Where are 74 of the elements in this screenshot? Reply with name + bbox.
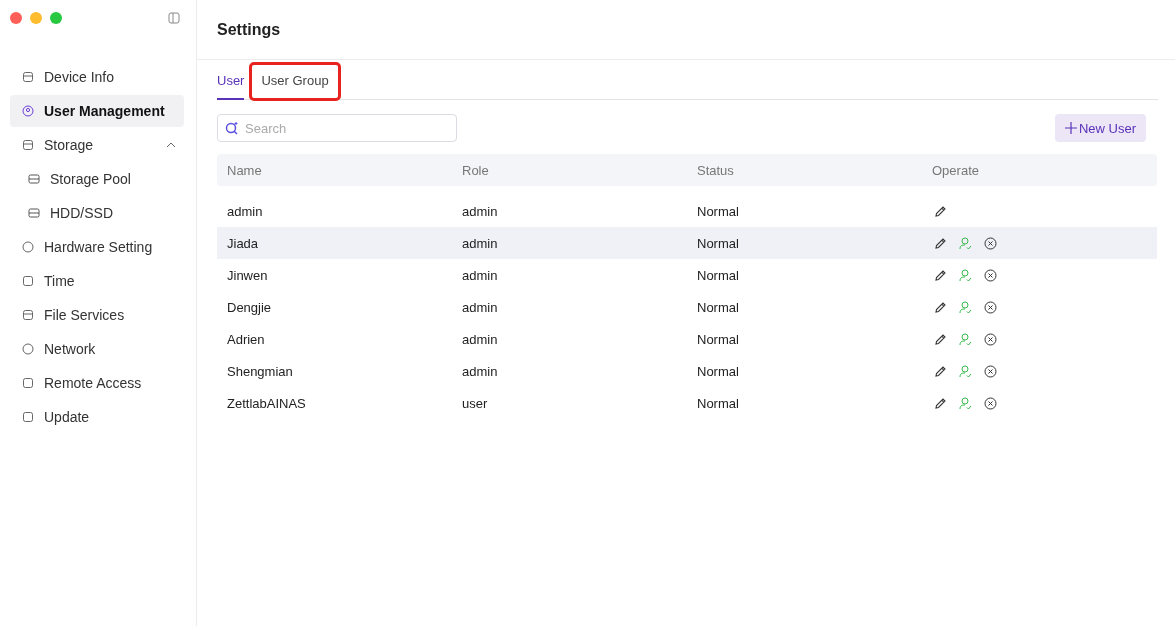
sidebar-item[interactable]: Update (10, 401, 184, 433)
sidebar-item[interactable]: Remote Access (10, 367, 184, 399)
search-icon (225, 121, 239, 135)
close-button[interactable] (10, 12, 22, 24)
table-cell: admin (462, 267, 498, 283)
delete-icon[interactable] (984, 396, 997, 410)
delete-icon[interactable] (984, 332, 997, 346)
server-icon (28, 173, 40, 185)
table-row[interactable]: Shengmian admin Normal (217, 355, 1157, 387)
table-cell: Adrien (227, 331, 265, 347)
edit-icon[interactable] (934, 204, 947, 218)
sidebar-item[interactable]: User Management (10, 95, 184, 127)
table-row[interactable]: Jiada admin Normal (217, 227, 1157, 259)
table-cell: Dengjie (227, 299, 272, 315)
table-cell: admin (227, 203, 263, 219)
table-cell: Jinwen (227, 267, 268, 283)
table-cell: Shengmian (227, 363, 293, 379)
table-row[interactable]: Jinwen admin Normal (217, 259, 1157, 291)
table-cell: admin (462, 363, 498, 379)
edit-icon[interactable] (934, 396, 947, 410)
table-row[interactable]: admin admin Normal (217, 195, 1157, 227)
sidebar-item[interactable]: Time (10, 265, 184, 297)
sidebar-item[interactable]: Storage Pool (10, 163, 184, 195)
column-header: Name (226, 162, 263, 178)
table-cell: Jiada (227, 235, 259, 251)
table-cell: Normal (697, 235, 739, 251)
sidebar-toggle-icon[interactable] (168, 12, 180, 24)
table-cell: admin (462, 299, 498, 315)
sidebar-item[interactable]: Hardware Setting (10, 231, 184, 263)
table-row[interactable]: Adrien admin Normal (217, 323, 1157, 355)
drive-icon (22, 71, 34, 83)
user-check-icon[interactable] (959, 236, 972, 250)
tab[interactable]: User (217, 73, 245, 100)
delete-icon[interactable] (984, 268, 997, 282)
table-cell: admin (462, 331, 498, 347)
new-user-button[interactable]: New User (1054, 114, 1146, 142)
table-cell: Normal (697, 331, 739, 347)
user-check-icon[interactable] (959, 396, 972, 410)
table-cell: ZettlabAINAS (227, 395, 306, 411)
sidebar-item[interactable]: Network (10, 333, 184, 365)
table-cell: Normal (697, 267, 739, 283)
sidebar-item[interactable]: Storage (10, 129, 184, 161)
table-cell: admin (462, 203, 498, 219)
table-cell: Normal (697, 299, 739, 315)
edit-icon[interactable] (934, 236, 947, 250)
edit-icon[interactable] (934, 268, 947, 282)
chevron-icon[interactable] (166, 142, 176, 148)
edit-icon[interactable] (934, 332, 947, 346)
table-cell: Normal (697, 363, 739, 379)
table-cell: admin (462, 235, 498, 251)
user-check-icon[interactable] (959, 332, 972, 346)
table-row[interactable]: Dengjie admin Normal (217, 291, 1157, 323)
tab[interactable]: User Group (252, 65, 338, 98)
search-field[interactable]: Search (217, 114, 457, 142)
plus-icon (1064, 122, 1077, 134)
user-check-icon[interactable] (959, 364, 972, 378)
delete-icon[interactable] (984, 300, 997, 314)
delete-icon[interactable] (984, 364, 997, 378)
page-title: Settings (217, 20, 281, 39)
sidebar-item[interactable]: HDD/SSD (10, 197, 184, 229)
edit-icon[interactable] (934, 300, 947, 314)
edit-icon[interactable] (934, 364, 947, 378)
column-header: Role (461, 162, 490, 178)
sidebar-item[interactable]: Device Info (10, 61, 184, 93)
user-check-icon[interactable] (959, 268, 972, 282)
table-cell: Normal (697, 203, 739, 219)
sidebar-item[interactable]: File Services (10, 299, 184, 331)
delete-icon[interactable] (984, 236, 997, 250)
table-cell: Normal (697, 395, 739, 411)
table-cell: user (462, 395, 488, 411)
column-header: Status (696, 162, 735, 178)
column-header: Operate (931, 162, 980, 178)
user-check-icon[interactable] (959, 300, 972, 314)
table-row[interactable]: ZettlabAINAS user Normal (217, 387, 1157, 419)
